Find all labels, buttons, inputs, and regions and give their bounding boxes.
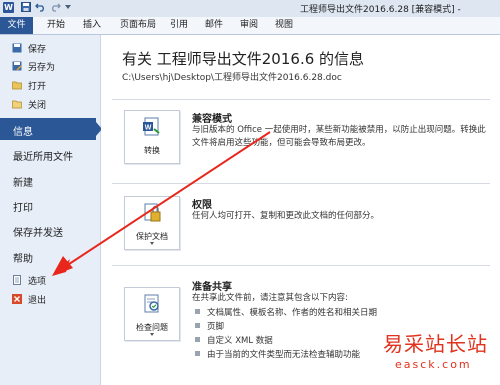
watermark-url: easck.com (395, 358, 472, 371)
watermark-logo: 易采站长站 easck.com (375, 325, 500, 385)
watermark-text: 易采站长站 (383, 332, 488, 356)
